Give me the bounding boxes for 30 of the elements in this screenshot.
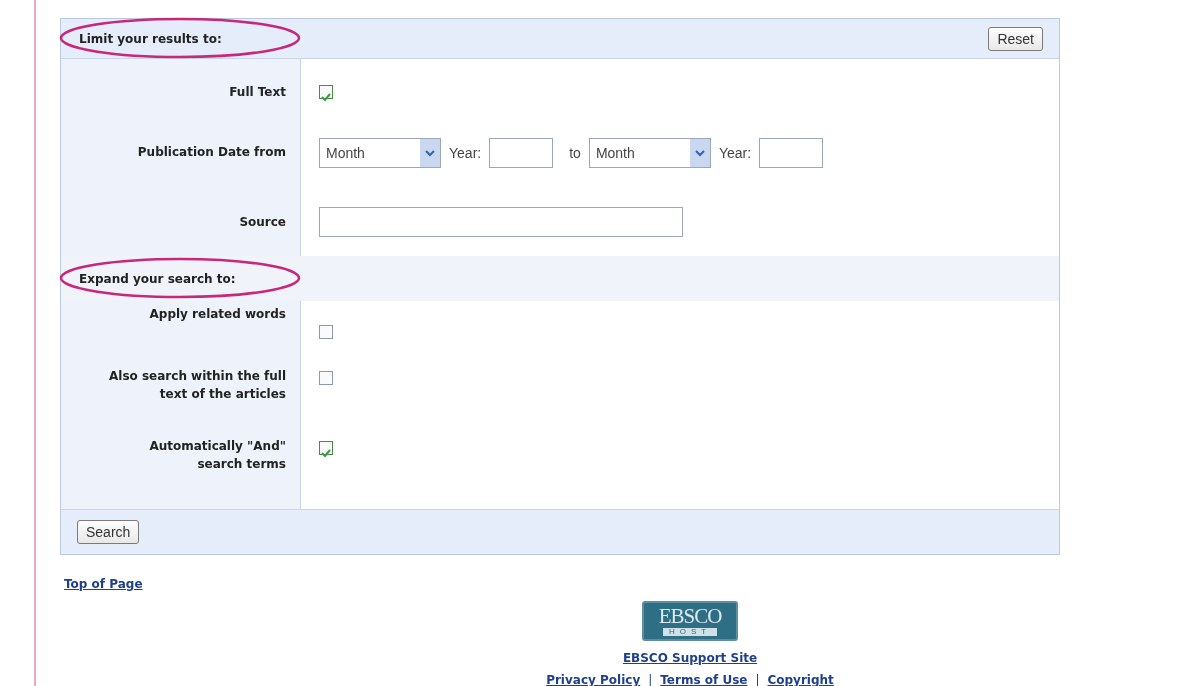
support-site-link[interactable]: EBSCO Support Site (622, 649, 758, 667)
checkbox[interactable] (319, 371, 333, 385)
field-label: Full Text (229, 85, 286, 99)
to-label: to (569, 143, 581, 163)
field-label: Automatically "And" search terms (149, 439, 286, 471)
footer-link[interactable]: Terms of Use (660, 671, 748, 686)
year-field[interactable] (759, 138, 824, 168)
field-label: Also search within the full text of the articles (109, 369, 286, 401)
field-label: Apply related words (149, 307, 286, 321)
year-field[interactable] (489, 138, 554, 168)
field-label: Source (239, 215, 286, 229)
ebsco-host-logo: EBSCO HOST (642, 601, 738, 641)
year-label: Year: (718, 143, 752, 163)
field-label: Publication Date from (137, 145, 286, 159)
checkbox[interactable] (319, 85, 333, 99)
section-heading: Expand your search to: (61, 269, 236, 288)
section-heading: Limit your results to: (61, 29, 222, 48)
chevron-down-icon (425, 149, 435, 157)
source-field[interactable] (319, 207, 683, 237)
top-of-page-link[interactable]: Top of Page (64, 577, 143, 591)
footer-link[interactable]: Copyright (767, 671, 834, 686)
month-dropdown[interactable]: Month (588, 138, 711, 168)
year-label: Year: (449, 143, 482, 163)
checkbox[interactable] (319, 325, 333, 339)
checkbox[interactable] (319, 441, 333, 455)
chevron-down-icon (694, 149, 705, 157)
reset-button[interactable]: Reset (988, 26, 1043, 51)
month-dropdown[interactable]: Month (319, 138, 441, 168)
footer-link[interactable]: Privacy Policy (546, 671, 641, 686)
search-button[interactable]: Search (77, 520, 140, 544)
